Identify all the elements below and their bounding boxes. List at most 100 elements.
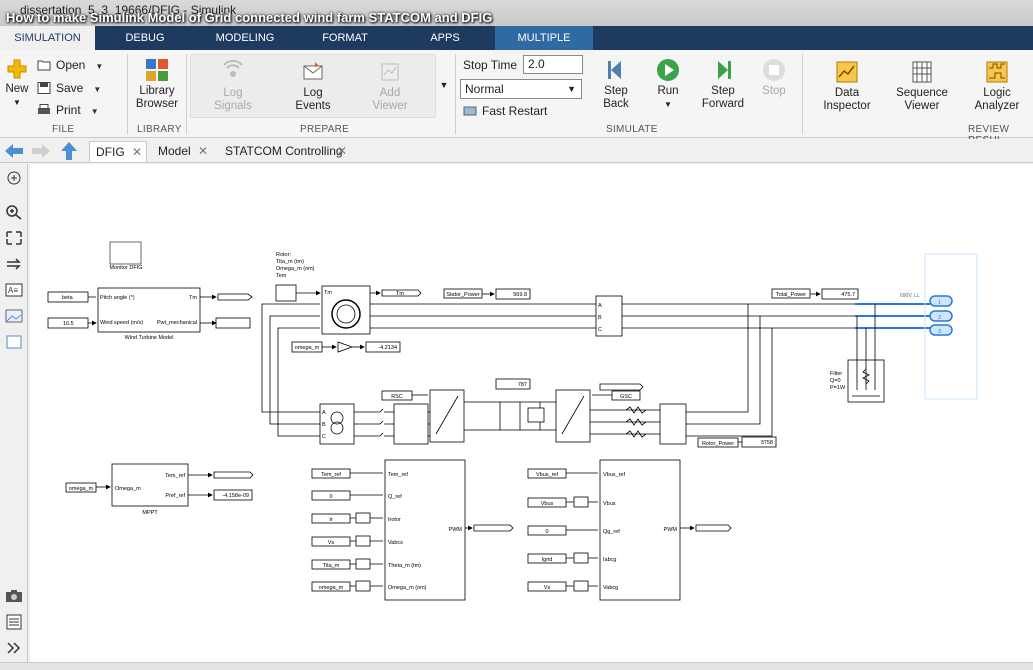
log-events-button[interactable]: Log Events bbox=[285, 60, 341, 113]
open-button[interactable]: Open ▼ bbox=[37, 56, 115, 74]
grid-port-b[interactable]: 2 bbox=[929, 310, 953, 322]
arrows-icon[interactable] bbox=[5, 256, 23, 272]
tab-statcom-controlling[interactable]: STATCOM Controlling ✕ bbox=[219, 141, 351, 162]
goto-tag[interactable] bbox=[217, 293, 253, 301]
source-label: 690V, LL bbox=[900, 293, 920, 299]
from-tm-block[interactable] bbox=[275, 284, 297, 302]
separator bbox=[186, 54, 187, 134]
forward-arrow-icon[interactable] bbox=[30, 141, 52, 161]
prepare-gallery-expand[interactable]: ▼ bbox=[438, 80, 450, 90]
model-browser-icon[interactable] bbox=[5, 614, 23, 630]
rotor-measure-4: Tem bbox=[276, 273, 287, 279]
gain-block[interactable] bbox=[337, 341, 354, 353]
print-button[interactable]: Print ▼ bbox=[37, 101, 115, 119]
rsc-controller-block[interactable]: Tem_ref Q_ref Irotor Vabcs Theta_m (tm) … bbox=[384, 459, 466, 601]
zoh-block[interactable] bbox=[355, 580, 371, 592]
gsc-input-vbus[interactable]: Vbus bbox=[527, 497, 567, 508]
add-viewer-button[interactable]: Add Viewer bbox=[362, 60, 418, 113]
gsc-input-vs[interactable]: Vs bbox=[527, 581, 567, 592]
annotation-icon[interactable]: A≡ bbox=[5, 282, 23, 298]
rsc-input-tem-ref[interactable]: Tem_ref bbox=[311, 468, 351, 479]
svg-text:Irotor: Irotor bbox=[388, 517, 401, 523]
grid-port-c[interactable]: 3 bbox=[929, 324, 953, 336]
area-icon[interactable] bbox=[5, 334, 23, 350]
filter-block[interactable] bbox=[847, 359, 885, 403]
close-icon[interactable]: ✕ bbox=[337, 141, 347, 161]
save-button[interactable]: Save ▼ bbox=[37, 79, 115, 97]
mppt-port-tem: Tem_ref bbox=[165, 473, 185, 479]
rsc-input-vs[interactable]: Vs bbox=[311, 536, 351, 547]
rotor-measure-block[interactable] bbox=[393, 403, 429, 445]
gsc-converter-block[interactable] bbox=[555, 389, 591, 443]
zoh-block[interactable] bbox=[573, 496, 589, 508]
library-browser-button[interactable]: Library Browser bbox=[134, 58, 180, 111]
rotor-transformer-block[interactable]: A B C bbox=[319, 403, 355, 445]
fit-to-view-icon[interactable] bbox=[5, 230, 23, 246]
display-block[interactable] bbox=[215, 317, 251, 329]
antenna-icon bbox=[223, 60, 243, 77]
zoom-in-icon[interactable] bbox=[5, 204, 23, 220]
tab-apps[interactable]: APPS bbox=[395, 26, 495, 50]
rsc-input-ir[interactable]: Ir bbox=[311, 513, 351, 524]
rsc-input-tita[interactable]: Tita_m bbox=[311, 559, 351, 570]
svg-text:Vbus_ref: Vbus_ref bbox=[536, 472, 558, 478]
up-arrow-icon[interactable] bbox=[58, 141, 80, 161]
mppt-block[interactable]: Omega_m Tem_ref Pref_ref MPPT bbox=[111, 463, 189, 516]
camera-icon[interactable] bbox=[5, 588, 23, 604]
tab-model[interactable]: Model ✕ bbox=[152, 141, 212, 162]
tab-simulation[interactable]: SIMULATION bbox=[0, 26, 95, 50]
dc-measure-block[interactable] bbox=[527, 407, 545, 423]
monitor-dfig-block[interactable]: Monitor DFIG bbox=[109, 241, 143, 271]
tab-multiple[interactable]: MULTIPLE bbox=[495, 26, 593, 50]
rsc-converter-block[interactable] bbox=[429, 389, 465, 443]
tab-dfig[interactable]: DFIG ✕ bbox=[89, 141, 147, 162]
data-inspector-button[interactable]: Data Inspector bbox=[818, 60, 876, 113]
open-label: Open bbox=[56, 58, 86, 72]
gsc-input-vbus-ref[interactable]: Vbus_ref bbox=[527, 468, 567, 479]
stop-time-input[interactable]: 2.0 bbox=[523, 55, 583, 74]
simulink-window: dissertation_5_3_19666/DFIG - Simulink H… bbox=[0, 0, 1033, 670]
goto-rsc-pwm[interactable] bbox=[473, 524, 514, 532]
gsc-input-igrid[interactable]: Igrid bbox=[527, 553, 567, 564]
fast-restart-button[interactable]: Fast Restart bbox=[463, 102, 583, 120]
beta-constant[interactable]: beta bbox=[47, 291, 89, 303]
image-icon[interactable] bbox=[5, 308, 23, 324]
log-signals-button[interactable]: Log Signals bbox=[205, 60, 261, 113]
close-icon[interactable]: ✕ bbox=[132, 142, 142, 162]
back-arrow-icon[interactable] bbox=[3, 141, 25, 161]
expand-icon[interactable] bbox=[5, 640, 23, 656]
tab-format[interactable]: FORMAT bbox=[295, 26, 395, 50]
asynchronous-machine-block[interactable]: Tm bbox=[321, 285, 371, 335]
new-button[interactable]: New ▼ bbox=[3, 58, 31, 109]
zoh-block[interactable] bbox=[355, 558, 371, 570]
hide-browser-icon[interactable] bbox=[5, 170, 23, 186]
wind-turbine-block[interactable]: Pitch angle (°) Wind speed (m/s) Tm Pwt_… bbox=[97, 287, 201, 341]
tab-debug[interactable]: DEBUG bbox=[95, 26, 195, 50]
wind-speed-constant[interactable]: 10.5 bbox=[47, 317, 89, 329]
chevron-down-icon: ▼ bbox=[93, 85, 102, 94]
grid-port-a[interactable]: 1 bbox=[929, 295, 953, 307]
close-icon[interactable]: ✕ bbox=[198, 141, 208, 161]
sequence-viewer-button[interactable]: Sequence Viewer bbox=[893, 60, 951, 113]
rsc-input-q-ref[interactable]: 0 bbox=[311, 490, 351, 501]
stop-button[interactable]: Stop bbox=[756, 58, 792, 98]
tab-modeling[interactable]: MODELING bbox=[195, 26, 295, 50]
gsc-controller-block[interactable]: Vbus_ref Vbus Qg_ref Iabcg Vabcg PWM bbox=[599, 459, 681, 601]
step-forward-button[interactable]: Step Forward bbox=[700, 58, 746, 111]
wind-turbine-name: Wind Turbine Model bbox=[125, 335, 174, 341]
zoh-block[interactable] bbox=[573, 580, 589, 592]
step-back-button[interactable]: Step Back bbox=[593, 58, 639, 111]
zoh-block[interactable] bbox=[355, 512, 371, 524]
gsc-measure-block[interactable] bbox=[659, 403, 687, 445]
rsc-input-omega[interactable]: omega_m bbox=[311, 581, 351, 592]
goto-gsc-pwm[interactable] bbox=[695, 524, 732, 532]
goto-tem-ref[interactable] bbox=[213, 471, 254, 479]
run-button[interactable]: Run ▼ bbox=[648, 58, 688, 111]
zoh-block[interactable] bbox=[355, 535, 371, 547]
simulation-mode-select[interactable]: Normal ▼ bbox=[460, 79, 582, 99]
logic-analyzer-button[interactable]: Logic Analyzer bbox=[968, 60, 1026, 113]
model-canvas[interactable]: Monitor DFIG beta 10.5 Pitch angle (°) W… bbox=[30, 164, 1033, 662]
goto-block[interactable] bbox=[599, 383, 644, 391]
gsc-input-qg-ref[interactable]: 0 bbox=[527, 525, 567, 536]
zoh-block[interactable] bbox=[573, 552, 589, 564]
